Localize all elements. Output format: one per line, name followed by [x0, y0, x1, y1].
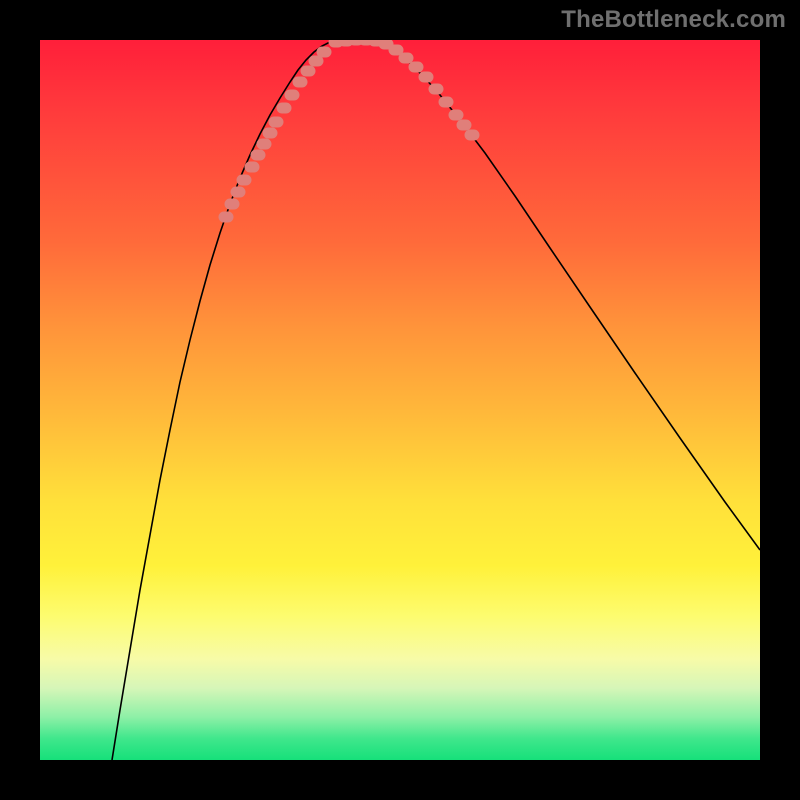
watermark-text: TheBottleneck.com [561, 6, 786, 34]
plot-background-gradient [40, 40, 760, 760]
chart-container: TheBottleneck.com [0, 0, 800, 800]
